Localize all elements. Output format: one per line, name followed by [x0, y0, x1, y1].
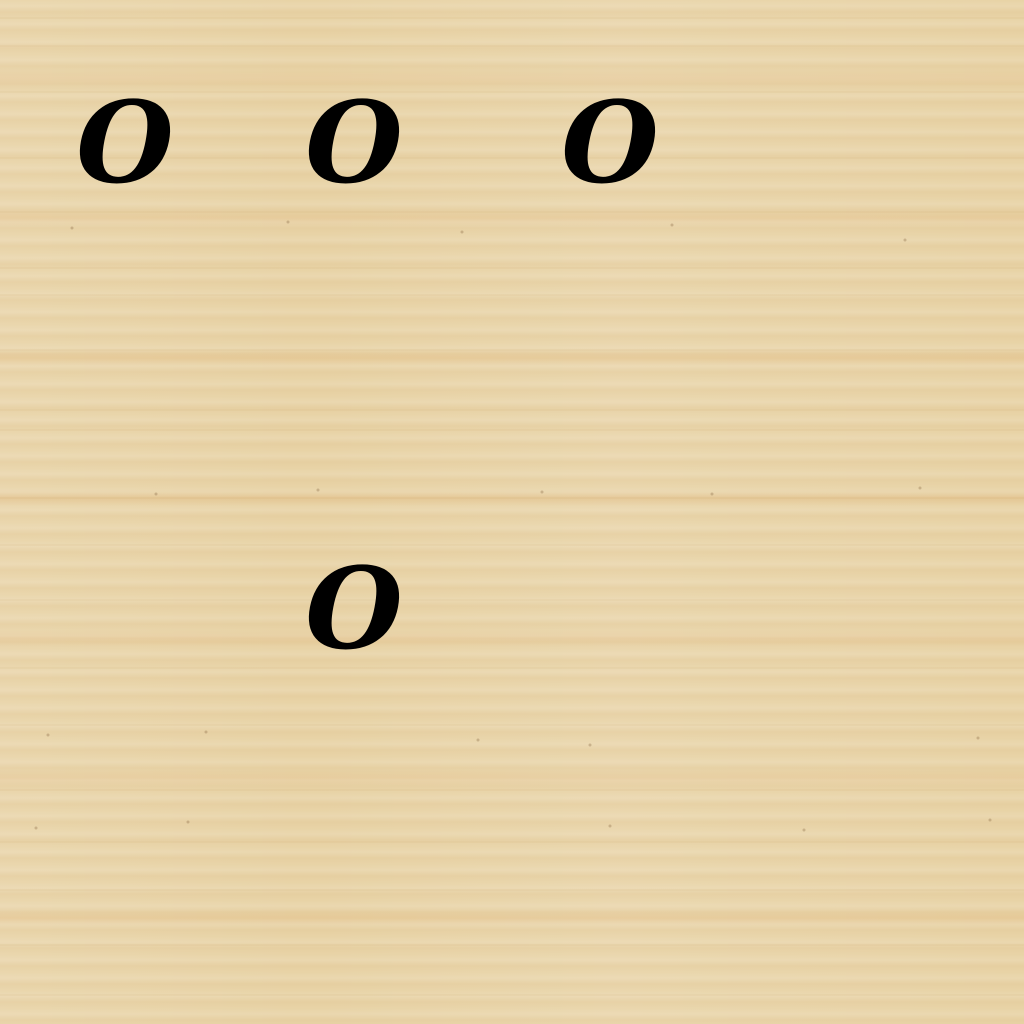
o-mark: O — [76, 78, 174, 209]
board-cell-r1-c3[interactable] — [741, 270, 991, 490]
o-mark: O — [305, 78, 403, 209]
board-cell-r1-c1[interactable] — [229, 270, 479, 490]
board-cell-r0-c1[interactable]: O — [229, 38, 479, 258]
board-cell-r0-c2[interactable]: O — [485, 38, 735, 258]
board-cell-r2-c1[interactable]: O — [229, 504, 479, 724]
board-cell-r0-c0[interactable]: O — [0, 38, 250, 258]
board-cell-r1-c2[interactable] — [485, 270, 735, 490]
game-board: OOOO — [0, 0, 1024, 1024]
board-cell-r1-c0[interactable] — [0, 270, 250, 490]
o-mark: O — [561, 78, 659, 209]
board-cell-r2-c3[interactable] — [741, 504, 991, 724]
o-mark: O — [305, 544, 403, 675]
board-cell-r2-c2[interactable] — [485, 504, 735, 724]
board-cell-r2-c0[interactable] — [0, 504, 250, 724]
board-cell-r0-c3[interactable] — [741, 38, 991, 258]
